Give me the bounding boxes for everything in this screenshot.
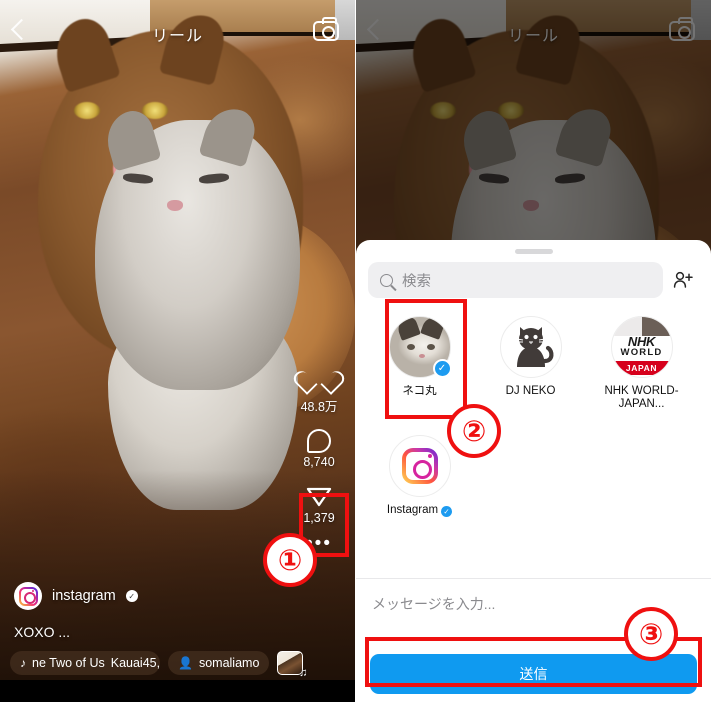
page-title: リール	[151, 28, 203, 45]
avatar	[388, 435, 451, 497]
add-people-icon[interactable]	[669, 271, 699, 289]
author-row[interactable]: instagram ✓	[14, 582, 138, 610]
avatar: NHK WORLD JAPAN	[610, 316, 673, 378]
reel-top-nav: リール	[0, 0, 355, 60]
drag-handle[interactable]	[514, 249, 553, 254]
avatar-wrapper: NHK WORLD JAPAN	[610, 316, 673, 378]
bottom-safe-area	[0, 680, 355, 702]
recipient-name: Instagram	[386, 504, 439, 516]
reel-caption-block: instagram ✓ XOXO ...	[14, 582, 138, 640]
comment-button[interactable]: 8,740	[291, 429, 347, 469]
right-panel-share-sheet-screen: リール 検索	[356, 0, 711, 702]
cat-eye-left	[74, 102, 100, 119]
author-username: instagram	[52, 588, 116, 604]
cat-eye-right	[198, 172, 230, 185]
track-pill[interactable]: ♪ ne Two of Us Kauai45, Swe	[10, 651, 160, 675]
step-marker-1: ①	[263, 533, 317, 587]
message-placeholder: メッセージを入力...	[372, 595, 496, 612]
instagram-logo-icon	[402, 448, 438, 484]
recipient-dj-neko[interactable]: DJ NEKO	[475, 310, 586, 411]
comment-count: 8,740	[303, 455, 335, 469]
person-icon: 👤	[178, 656, 193, 670]
music-ticker[interactable]: ♪ ne Two of Us Kauai45, Swe 👤 somaliamo	[10, 650, 350, 679]
like-button[interactable]: 48.8万	[291, 370, 347, 415]
black-cat-icon	[516, 327, 553, 367]
camera-icon[interactable]	[313, 17, 339, 41]
like-count: 48.8万	[300, 400, 338, 414]
avatar-wrapper	[388, 435, 451, 497]
highlight-recipient-nekomaru	[385, 299, 467, 419]
nhk-logo-line3: JAPAN	[625, 363, 658, 373]
avatar-wrapper	[499, 316, 562, 378]
panel-divider	[355, 0, 356, 702]
search-placeholder: 検索	[402, 273, 431, 290]
instagram-logo-icon	[19, 587, 38, 606]
nhk-logo-line2: WORLD	[620, 347, 663, 358]
search-icon	[380, 273, 393, 287]
music-note-icon: ♪	[20, 656, 26, 670]
recipient-name-row: Instagram ✓	[364, 504, 475, 517]
recipient-name: DJ NEKO	[505, 385, 556, 397]
track-name: ne Two of Us	[32, 656, 105, 670]
search-row: 検索	[368, 262, 699, 298]
verified-badge-icon: ✓	[125, 590, 138, 602]
screenshot-root: リール 48.8万 8,740 1,379 ••• instagram ✓ XO…	[0, 0, 711, 702]
album-thumbnail-icon[interactable]	[277, 651, 307, 679]
recipient-nhk-world-japan[interactable]: NHK WORLD JAPAN NHK WORLD-JAPAN...	[586, 310, 697, 411]
step-marker-2: ②	[447, 404, 501, 458]
cat-eye-left	[122, 172, 154, 185]
tagged-username: somaliamo	[198, 656, 260, 670]
comment-icon	[307, 429, 331, 453]
avatar	[14, 582, 42, 610]
left-panel-reel-screen: リール 48.8万 8,740 1,379 ••• instagram ✓ XO…	[0, 0, 355, 702]
tagged-user-pill[interactable]: 👤 somaliamo	[168, 651, 270, 675]
track-artist: Kauai45, Swe	[110, 656, 160, 670]
step-marker-3: ③	[624, 607, 678, 661]
cat-nose	[167, 200, 183, 211]
reel-caption[interactable]: XOXO ...	[14, 624, 138, 640]
heart-icon	[306, 370, 332, 394]
recipient-name: NHK WORLD-JAPAN...	[604, 385, 679, 410]
search-input[interactable]: 検索	[368, 262, 663, 298]
avatar	[499, 316, 562, 378]
verified-badge-icon: ✓	[441, 506, 453, 517]
reel-cat-gray	[95, 102, 300, 390]
